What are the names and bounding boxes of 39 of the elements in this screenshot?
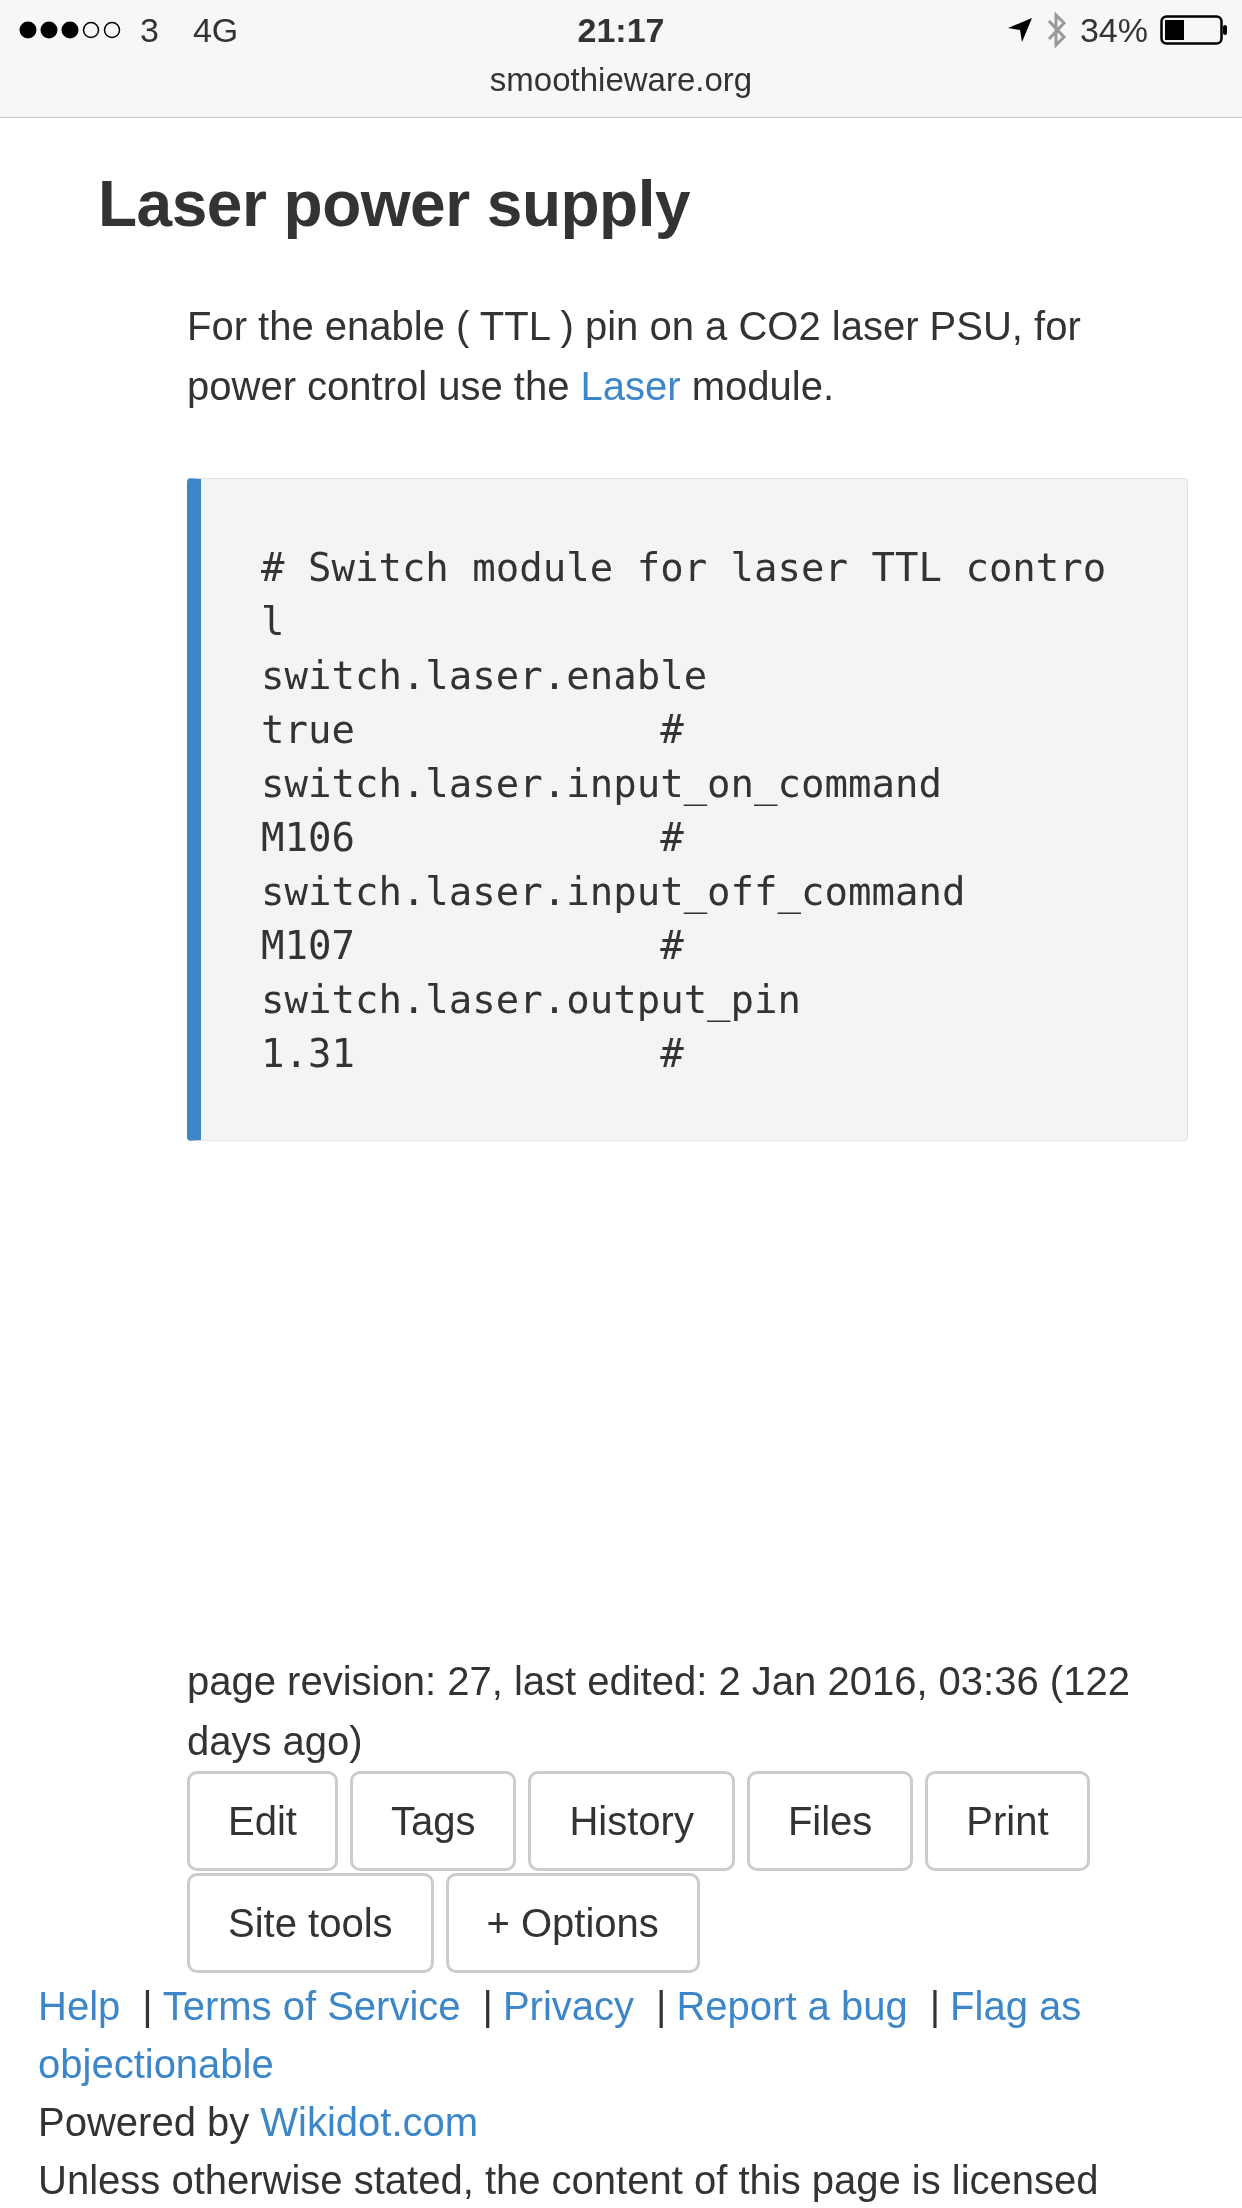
- revision-info: page revision: 27, last edited: 2 Jan 2016, 03:36 (122 days ago): [187, 1658, 1131, 1765]
- url-label[interactable]: smoothieware.org: [489, 60, 753, 100]
- code-line: 1.31 #: [261, 1030, 685, 1078]
- carrier-label: 3: [140, 13, 159, 47]
- wikidot-link[interactable]: Wikidot.com: [260, 2100, 479, 2144]
- laser-link[interactable]: Laser: [580, 364, 681, 408]
- page-action-button[interactable]: Site tools: [187, 1873, 434, 1973]
- page-action-button[interactable]: + Options: [445, 1873, 700, 1973]
- code-line: switch.laser.enable: [261, 652, 709, 700]
- code-line: M106 #: [261, 814, 685, 862]
- powered-by-text: Powered by Wikidot.com: [38, 2099, 480, 2146]
- link-separator: |: [142, 1984, 153, 2028]
- link-separator: |: [929, 1984, 941, 2028]
- page-action-button[interactable]: Print: [925, 1771, 1090, 1871]
- footer-link[interactable]: Privacy: [502, 1984, 635, 2028]
- page-action-button[interactable]: Tags: [349, 1771, 517, 1871]
- page-action-button[interactable]: History: [528, 1771, 735, 1871]
- footer-link[interactable]: Flag as: [950, 1984, 1082, 2028]
- code-line: M107 #: [261, 922, 685, 970]
- code-line: switch.laser.output_pin: [261, 976, 803, 1024]
- page-title: Laser power supply: [98, 167, 692, 242]
- bluetooth-icon: [1045, 12, 1068, 48]
- network-label: 4G: [192, 13, 239, 47]
- footer-link[interactable]: Help: [38, 1984, 121, 2028]
- page-action-button[interactable]: Edit: [187, 1771, 338, 1871]
- footer-link[interactable]: objectionable: [38, 2042, 274, 2086]
- link-separator: |: [482, 1984, 493, 2028]
- battery-percent: 34%: [1079, 13, 1148, 47]
- footer-link[interactable]: Terms of Service: [162, 1984, 461, 2028]
- link-separator: |: [656, 1984, 667, 2028]
- code-line: switch.laser.input_off_command: [261, 868, 967, 916]
- battery-icon: [1160, 15, 1228, 45]
- license-text: Unless otherwise stated, the content of this page is licensed: [38, 2157, 1100, 2204]
- page-action-button[interactable]: Files: [746, 1771, 914, 1871]
- clock: 21:17: [577, 10, 665, 50]
- code-line: switch.laser.input_on_command: [261, 760, 943, 808]
- intro-paragraph: For the enable ( TTL ) pin on a CO2 laser PSU, for power control use the Laser module.: [187, 303, 1082, 410]
- footer-link[interactable]: Report a bug: [676, 1984, 908, 2028]
- code-line: true #: [261, 706, 685, 754]
